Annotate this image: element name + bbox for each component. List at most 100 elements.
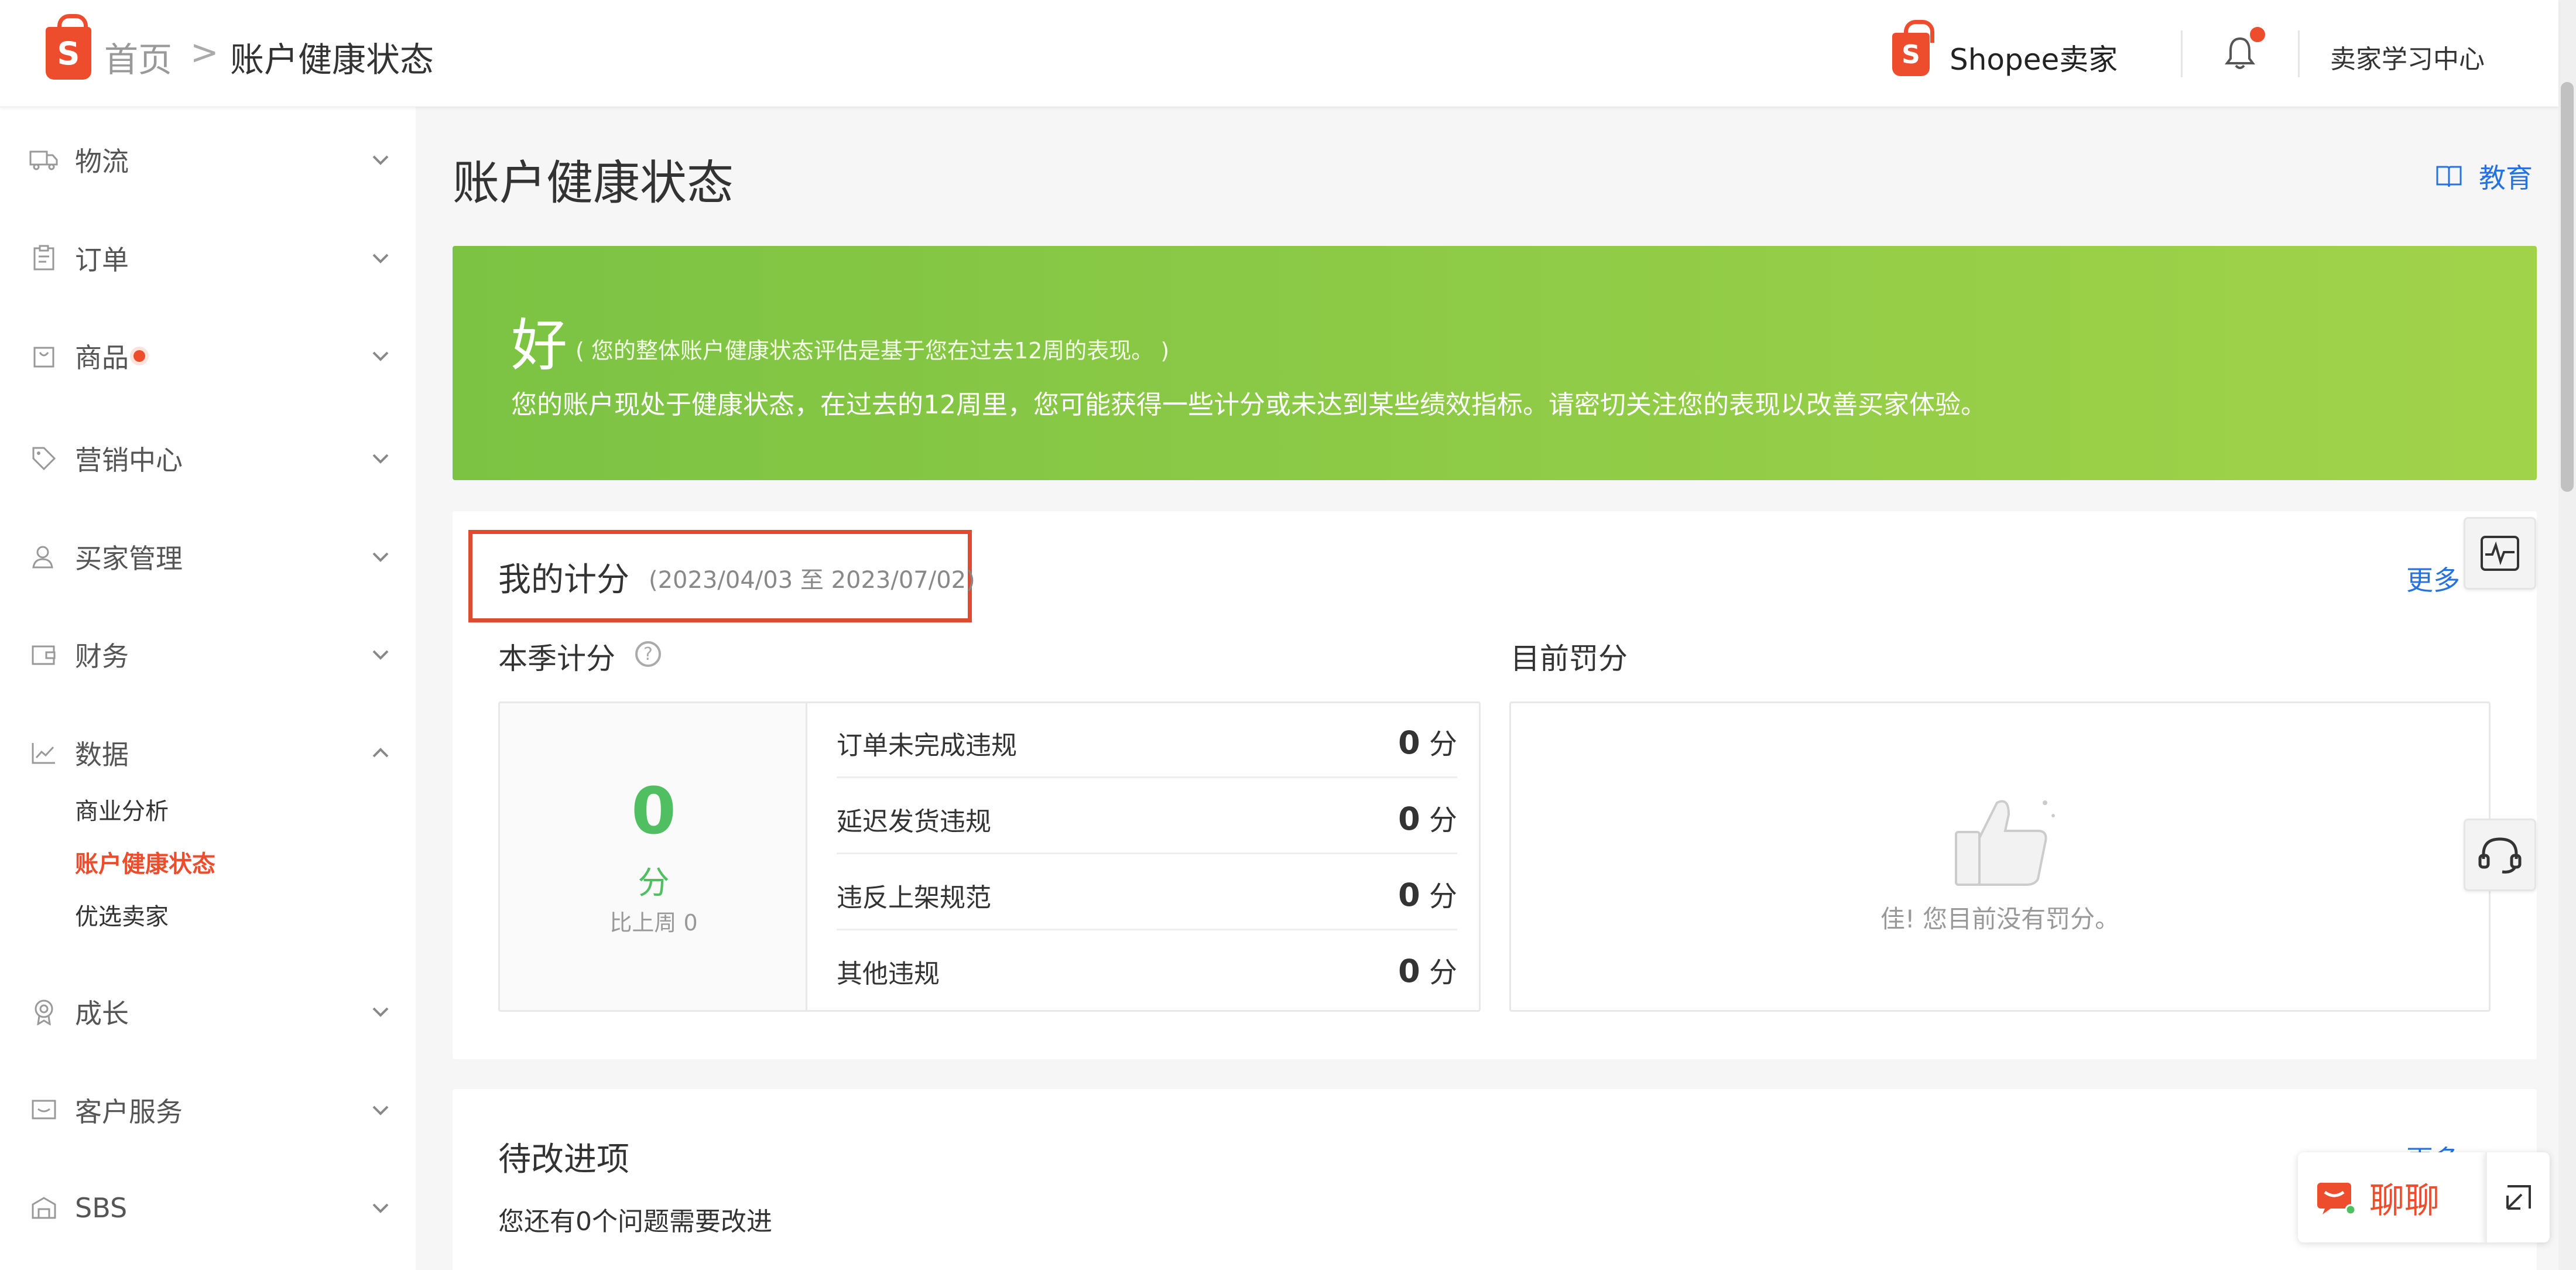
chevron-down-icon xyxy=(372,254,389,263)
violation-points: 0 xyxy=(1398,800,1420,837)
chart-icon xyxy=(29,738,59,768)
education-label: 教育 xyxy=(2479,162,2533,194)
sidebar-item-label: 客户服务 xyxy=(75,1096,183,1128)
top-bar: S 首页 > 账户健康状态 S Shopee卖家 卖家学习中心 xyxy=(0,0,2558,107)
book-icon xyxy=(2436,166,2462,187)
header-divider-2 xyxy=(2298,30,2300,77)
violation-unit: 分 xyxy=(1429,728,1457,761)
expand-icon xyxy=(2506,1185,2531,1210)
current-penalty-label: 目前罚分 xyxy=(1510,642,1628,676)
performance-float-button[interactable] xyxy=(2464,517,2536,590)
chat-icon xyxy=(2317,1183,2356,1216)
my-points-title: 我的计分 xyxy=(498,561,629,599)
violation-row: 延迟发货违规 0 分 xyxy=(837,779,1457,854)
health-status: 好 xyxy=(511,313,567,378)
no-penalty-text: 佳! 您目前没有罚分。 xyxy=(1880,905,2120,933)
wallet-icon xyxy=(29,640,59,669)
seller-learning-center-link[interactable]: 卖家学习中心 xyxy=(2330,38,2485,76)
clipboard-icon xyxy=(29,244,59,273)
violation-value: 0 分 xyxy=(1398,949,1457,990)
my-points-more-link[interactable]: 更多 xyxy=(2406,559,2460,598)
sidebar-subitem-business-insights[interactable]: 商业分析 xyxy=(75,792,169,826)
to-improve-subtitle: 您还有0个问题需要改进 xyxy=(498,1207,772,1237)
sidebar-item-marketing[interactable]: 营销中心 xyxy=(29,435,392,482)
seller-logo-letter: S xyxy=(1902,39,1920,70)
total-score-unit: 分 xyxy=(638,864,670,901)
violation-unit: 分 xyxy=(1429,880,1457,913)
total-score: 0 xyxy=(631,773,676,848)
sidebar-item-sbs[interactable]: SBS xyxy=(29,1185,392,1231)
violation-points: 0 xyxy=(1398,877,1420,913)
breadcrumb-separator: > xyxy=(190,32,219,72)
sidebar-item-label: 订单 xyxy=(75,244,129,276)
header-divider xyxy=(2181,30,2183,77)
shopee-seller-logo-icon[interactable]: S xyxy=(1892,20,1934,76)
medal-icon xyxy=(29,997,59,1026)
violation-name: 订单未完成违规 xyxy=(837,731,1017,761)
sidebar-item-label: 买家管理 xyxy=(75,543,183,574)
sidebar-item-label: SBS xyxy=(75,1192,128,1224)
violation-name: 延迟发货违规 xyxy=(837,807,991,837)
health-status-banner: 好 ( 您的整体账户健康状态评估是基于您在过去12周的表现。 ) 您的账户现处于… xyxy=(453,246,2537,480)
brand-name[interactable]: Shopee卖家 xyxy=(1950,36,2118,78)
sidebar-item-label: 成长 xyxy=(75,998,129,1029)
violation-row: 违反上架规范 0 分 xyxy=(837,855,1457,930)
sidebar: 物流 订单 商品 营销中心 买家管理 财务 数据 商业分析 账户健康状态 优选卖… xyxy=(0,107,416,1270)
help-icon[interactable]: ? xyxy=(635,641,661,667)
chat-button[interactable]: 聊聊 xyxy=(2298,1152,2485,1242)
pulse-monitor-icon xyxy=(2481,536,2519,571)
violation-row: 其他违规 0 分 xyxy=(837,932,1457,1007)
chat-expand-button[interactable] xyxy=(2485,1152,2550,1242)
sidebar-item-products[interactable]: 商品 xyxy=(29,333,392,379)
chevron-down-icon xyxy=(372,155,389,165)
sidebar-item-logistics[interactable]: 物流 xyxy=(29,136,392,183)
sidebar-item-finance[interactable]: 财务 xyxy=(29,631,392,678)
total-score-panel: 0 分 比上周 0 xyxy=(500,703,807,1010)
health-status-note: ( 您的整体账户健康状态评估是基于您在过去12周的表现。 ) xyxy=(576,338,1170,364)
chevron-down-icon xyxy=(372,1007,389,1017)
season-points-box: 0 分 比上周 0 订单未完成违规 0 分 延迟发货违规 0 分 违反上架规范 … xyxy=(498,701,1481,1012)
warehouse-icon xyxy=(29,1193,59,1223)
education-link[interactable]: 教育 xyxy=(2435,157,2533,196)
sidebar-item-customer-service[interactable]: 客户服务 xyxy=(29,1087,392,1134)
sidebar-item-label: 财务 xyxy=(75,641,129,672)
chat-box-icon xyxy=(29,1096,59,1125)
violation-name: 其他违规 xyxy=(837,959,940,989)
chevron-down-icon xyxy=(372,454,389,464)
violation-points: 0 xyxy=(1398,953,1420,990)
violation-value: 0 分 xyxy=(1398,797,1457,838)
season-points-label: 本季计分 xyxy=(498,642,615,676)
sidebar-item-buyer-management[interactable]: 买家管理 xyxy=(29,533,392,580)
chevron-down-icon xyxy=(372,1105,389,1115)
breadcrumb-home[interactable]: 首页 xyxy=(104,32,172,81)
chat-label: 聊聊 xyxy=(2369,1180,2440,1221)
sidebar-subitem-account-health[interactable]: 账户健康状态 xyxy=(75,845,215,879)
violation-points: 0 xyxy=(1398,724,1420,761)
sidebar-item-growth[interactable]: 成长 xyxy=(29,988,392,1035)
chevron-up-icon xyxy=(372,748,389,758)
sidebar-item-orders[interactable]: 订单 xyxy=(29,235,392,282)
shopee-logo-icon[interactable]: S xyxy=(46,14,91,80)
week-comparison: 比上周 0 xyxy=(609,910,698,936)
chevron-down-icon xyxy=(372,650,389,660)
violation-name: 违反上架规范 xyxy=(837,883,991,913)
scrollbar-thumb[interactable] xyxy=(2561,82,2574,492)
violation-unit: 分 xyxy=(1429,956,1457,989)
sidebar-item-label: 商品 xyxy=(75,342,129,374)
sidebar-item-label: 物流 xyxy=(75,146,129,177)
my-points-date-range: (2023/04/03 至 2023/07/02) xyxy=(649,567,975,594)
chevron-down-icon xyxy=(372,1203,389,1213)
support-float-button[interactable] xyxy=(2464,819,2536,891)
page-title: 账户健康状态 xyxy=(453,156,734,210)
tag-icon xyxy=(29,444,59,473)
health-status-message: 您的账户现处于健康状态，在过去的12周里，您可能获得一些计分或未达到某些绩效指标… xyxy=(511,390,1986,420)
breadcrumb-current: 账户健康状态 xyxy=(230,40,434,80)
sidebar-item-label: 营销中心 xyxy=(75,444,183,476)
to-improve-card xyxy=(453,1089,2537,1270)
bell-icon[interactable] xyxy=(2225,36,2255,71)
chevron-down-icon xyxy=(372,351,389,361)
sidebar-subitem-preferred-seller[interactable]: 优选卖家 xyxy=(75,898,169,932)
violation-unit: 分 xyxy=(1429,804,1457,837)
bag-icon xyxy=(29,341,59,371)
sidebar-item-data[interactable]: 数据 xyxy=(29,730,392,776)
